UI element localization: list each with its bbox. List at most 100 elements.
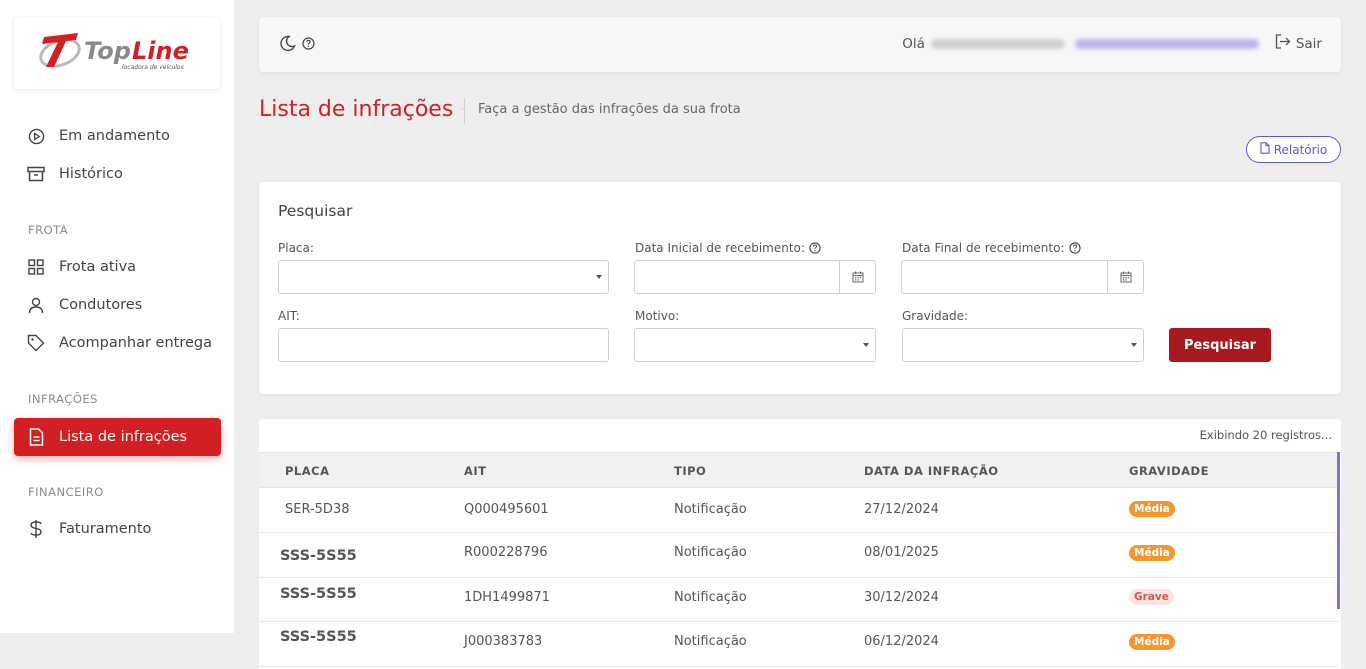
placa-label: Placa: — [278, 241, 314, 255]
calendar-icon[interactable] — [839, 261, 875, 293]
cell-tipo: Notificação — [674, 590, 747, 605]
infractions-table: Exibindo 20 registros... PLACA AIT TIPO … — [259, 419, 1341, 669]
report-button[interactable]: Relatório — [1246, 136, 1341, 163]
dark-mode-toggle-icon[interactable] — [279, 35, 296, 56]
data-final-label: Data Final de recebimento: — [902, 241, 1081, 255]
sidebar-item-frota-ativa[interactable]: Frota ativa — [14, 248, 221, 286]
status-badge: Média — [1129, 634, 1175, 650]
gravidade-select[interactable] — [902, 328, 1144, 362]
placa-select[interactable] — [278, 260, 609, 294]
ait-input[interactable] — [278, 328, 609, 362]
search-card: Pesquisar Placa: Data Inicial de recebim… — [259, 182, 1341, 394]
table-scrollbar[interactable] — [1337, 452, 1340, 609]
status-badge: Média — [1129, 501, 1175, 517]
cell-tipo: Notificação — [674, 502, 747, 517]
play-circle-icon — [27, 127, 45, 145]
sidebar-item-label: Em andamento — [59, 128, 170, 144]
motivo-select[interactable] — [634, 328, 876, 362]
data-final-field[interactable] — [901, 260, 1144, 294]
topline-logo-icon: Top Line locadora de veículos — [39, 33, 189, 71]
sidebar-item-historico[interactable]: Histórico — [14, 155, 221, 193]
logout-icon — [1275, 34, 1291, 53]
sidebar-item-acompanhar-entrega[interactable]: Acompanhar entrega — [14, 324, 221, 362]
cell-ait: R000228796 — [464, 545, 548, 560]
topbar: Olá Sair — [259, 17, 1341, 72]
chevron-down-icon — [863, 343, 869, 347]
help-icon[interactable] — [302, 37, 315, 54]
cell-ait: 1DH1499871 — [464, 590, 550, 605]
sidebar-item-label: Acompanhar entrega — [59, 335, 213, 351]
svg-text:locadora de veículos: locadora de veículos — [122, 64, 184, 71]
sidebar-item-label: Histórico — [59, 166, 123, 182]
sidebar-item-em-andamento[interactable]: Em andamento — [14, 117, 221, 155]
user-icon — [27, 296, 45, 314]
help-icon[interactable] — [809, 242, 821, 254]
svg-text:Top: Top — [84, 37, 131, 65]
grid-icon — [27, 258, 45, 276]
ait-label: AIT: — [278, 309, 300, 323]
table-header: PLACA AIT TIPO DATA DA INFRAÇÃO GRAVIDAD… — [259, 452, 1338, 488]
cell-data: 06/12/2024 — [864, 634, 939, 649]
file-icon — [1260, 142, 1270, 157]
search-card-title: Pesquisar — [278, 202, 353, 220]
section-label-financeiro: FINANCEIRO — [28, 485, 104, 499]
cell-data: 08/01/2025 — [864, 545, 939, 560]
table-row[interactable]: SSS-5S55 R000228796 Notificação 08/01/20… — [259, 533, 1338, 578]
logout-button[interactable]: Sair — [1275, 34, 1322, 53]
gravidade-label: Gravidade: — [902, 309, 968, 323]
title-divider — [464, 98, 465, 124]
user-email-redacted — [1074, 38, 1259, 49]
cell-placa: SSS-5S55 — [280, 586, 357, 602]
user-name-redacted — [930, 38, 1065, 49]
column-header-ait[interactable]: AIT — [464, 464, 487, 478]
placa-label-text: Placa: — [278, 241, 314, 255]
sidebar-item-condutores[interactable]: Condutores — [14, 286, 221, 324]
cell-data: 27/12/2024 — [864, 502, 939, 517]
section-label-frota: FROTA — [28, 223, 69, 237]
sidebar-item-lista-infracoes[interactable]: Lista de infrações — [14, 418, 221, 456]
data-inicial-field[interactable] — [634, 260, 876, 294]
logout-label: Sair — [1295, 35, 1322, 52]
cell-tipo: Notificação — [674, 634, 747, 649]
help-icon[interactable] — [1068, 242, 1081, 254]
cell-data: 30/12/2024 — [864, 590, 939, 605]
table-row[interactable]: SSS-5S55 1DH1499871 Notificação 30/12/20… — [259, 577, 1338, 622]
data-final-label-text: Data Final de recebimento: — [902, 241, 1065, 255]
cell-placa: SSS-5S55 — [280, 548, 357, 564]
document-icon — [27, 428, 45, 446]
report-label: Relatório — [1273, 142, 1328, 157]
data-inicial-label: Data Inicial de recebimento: — [635, 241, 821, 255]
column-header-placa[interactable]: PLACA — [285, 464, 330, 478]
column-header-gravidade[interactable]: GRAVIDADE — [1129, 464, 1209, 478]
records-count: Exibindo 20 registros... — [1199, 428, 1332, 442]
chevron-down-icon — [1131, 343, 1137, 347]
sidebar-item-label: Lista de infrações — [59, 429, 188, 445]
sidebar: Top Line locadora de veículos Em andamen… — [0, 0, 234, 633]
dollar-icon — [27, 520, 45, 538]
status-badge: Grave — [1129, 589, 1174, 605]
chevron-down-icon — [596, 275, 602, 279]
sidebar-item-label: Frota ativa — [59, 259, 137, 275]
greeting-text: Olá — [902, 35, 925, 52]
column-header-tipo[interactable]: TIPO — [674, 464, 706, 478]
motivo-label: Motivo: — [635, 309, 679, 323]
tag-icon — [27, 334, 45, 352]
cell-placa: SER-5D38 — [285, 502, 350, 517]
column-header-data[interactable]: DATA DA INFRAÇÃO — [864, 464, 999, 478]
gravidade-label-text: Gravidade: — [902, 309, 969, 323]
sidebar-item-label: Faturamento — [59, 521, 152, 537]
table-row[interactable]: SER-5D38 Q000495601 Notificação 27/12/20… — [259, 488, 1338, 533]
sidebar-item-faturamento[interactable]: Faturamento — [14, 510, 221, 548]
search-button[interactable]: Pesquisar — [1169, 328, 1271, 362]
data-inicial-label-text: Data Inicial de recebimento: — [635, 241, 805, 255]
logo[interactable]: Top Line locadora de veículos — [14, 17, 220, 89]
calendar-icon[interactable] — [1107, 261, 1143, 293]
motivo-label-text: Motivo: — [635, 309, 680, 323]
cell-ait: Q000495601 — [464, 502, 549, 517]
table-row[interactable]: SSS-5S55 J000383783 Notificação 06/12/20… — [259, 622, 1338, 667]
cell-placa: SSS-5S55 — [280, 629, 357, 645]
page-subtitle: Faça a gestão das infrações da sua frota — [478, 102, 741, 117]
section-label-infracoes: INFRAÇÕES — [28, 392, 98, 406]
ait-label-text: AIT: — [278, 309, 300, 323]
sidebar-item-label: Condutores — [59, 297, 143, 313]
